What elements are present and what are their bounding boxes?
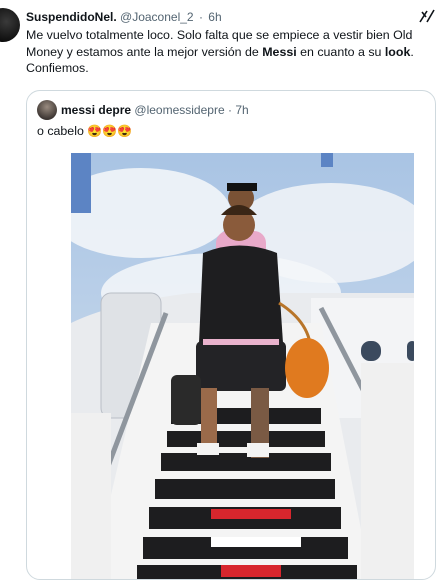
quoted-tweet-text: o cabelo 😍😍😍 (37, 124, 132, 138)
quoted-author-name[interactable]: messi depre (61, 103, 131, 117)
tweet-text-bold: Messi (262, 44, 297, 59)
tweet-text: Me vuelvo totalmente loco. Solo falta qu… (26, 27, 438, 77)
heart-eyes-emoji-icon: 😍😍😍 (87, 124, 133, 138)
quoted-author-avatar[interactable] (37, 100, 57, 120)
quoted-tweet-time[interactable]: 7h (235, 103, 248, 117)
quoted-text: o cabelo (37, 124, 84, 138)
tweet-header: SuspendidoNel. @Joaconel_2 · 6h (26, 10, 222, 24)
tweet-photo[interactable] (71, 153, 414, 579)
tweet-text-part: en cuanto a su (296, 44, 385, 59)
tweet-time[interactable]: 6h (208, 10, 221, 24)
author-handle[interactable]: @Joaconel_2 (120, 10, 194, 24)
quoted-author-handle[interactable]: @leomessidepre (134, 103, 224, 117)
author-avatar[interactable] (0, 8, 20, 42)
tweet-card[interactable]: SuspendidoNel. @Joaconel_2 · 6h Me vuelv… (0, 0, 440, 587)
tweet-text-bold: look (384, 44, 411, 59)
grok-icon[interactable] (418, 8, 436, 24)
separator: · (198, 10, 203, 24)
author-name[interactable]: SuspendidoNel. (26, 10, 117, 24)
quoted-tweet-header: messi depre @leomessidepre · 7h (61, 103, 249, 117)
separator: · (227, 103, 232, 117)
quoted-tweet[interactable]: messi depre @leomessidepre · 7h o cabelo… (26, 90, 436, 580)
